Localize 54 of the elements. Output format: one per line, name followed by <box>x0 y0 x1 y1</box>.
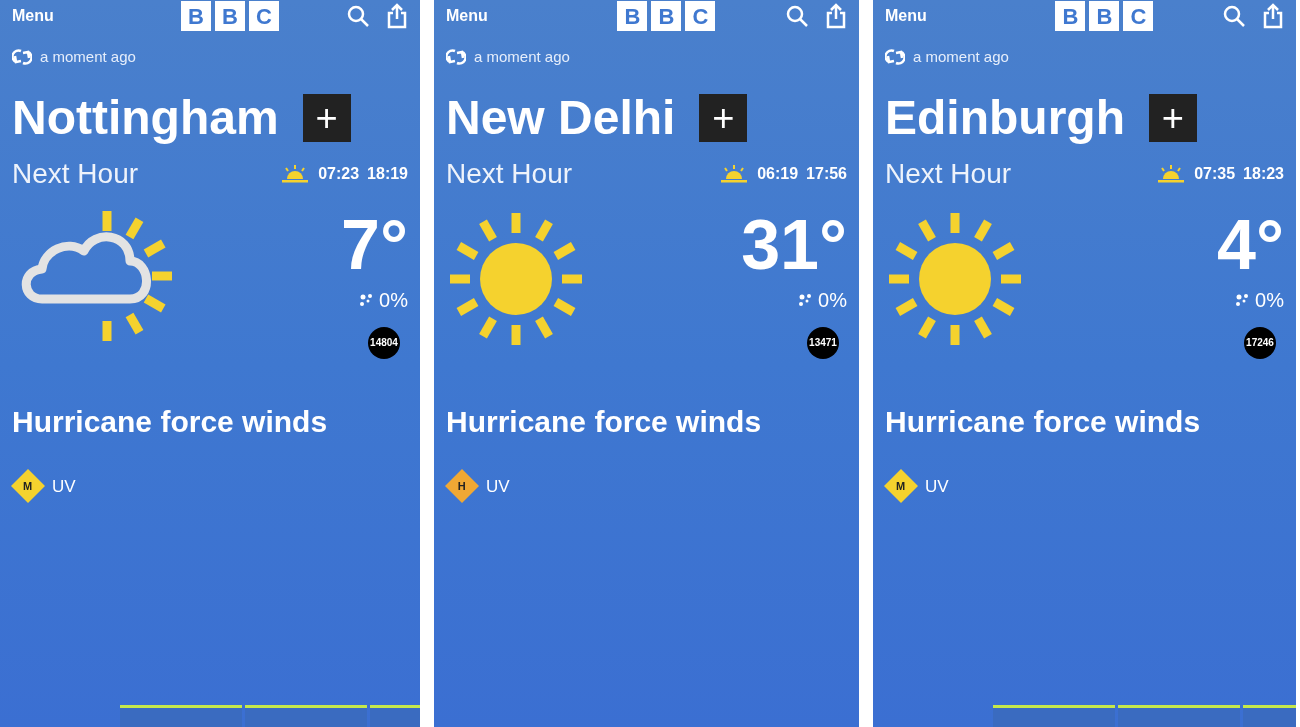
sunset-time: 18:19 <box>367 163 408 184</box>
bbc-logo[interactable]: B B C <box>1055 1 1154 31</box>
temperature: 4° <box>1217 208 1284 281</box>
refresh-icon[interactable] <box>446 48 466 67</box>
bbc-logo[interactable]: B B C <box>180 1 279 31</box>
updated-time: a moment ago <box>913 47 1009 67</box>
next-hour-label: Next Hour <box>885 156 1012 191</box>
next-hour-label: Next Hour <box>12 156 139 191</box>
bbc-logo[interactable]: B B C <box>617 1 716 31</box>
next-hour-label: Next Hour <box>446 156 573 191</box>
uv-badge: M <box>884 469 918 504</box>
search-icon[interactable] <box>1222 4 1246 28</box>
weather-headline: Hurricane force winds <box>11 403 329 440</box>
refresh-icon[interactable] <box>885 48 905 67</box>
weather-headline: Hurricane force winds <box>445 403 763 440</box>
city-name: Nottingham <box>12 89 279 146</box>
temperature: 31° <box>741 208 847 281</box>
search-icon[interactable] <box>785 4 809 28</box>
updated-time: a moment ago <box>40 47 136 67</box>
menu-link[interactable]: Menu <box>446 4 488 28</box>
rain-chance: 0% <box>1255 287 1284 313</box>
sunrise-icon <box>280 164 311 183</box>
sunrise-time: 07:23 <box>318 163 360 184</box>
add-location-button[interactable]: + <box>699 93 748 142</box>
uv-label: UV <box>52 475 76 498</box>
city-name: Edinburgh <box>885 89 1125 146</box>
add-location-button[interactable]: + <box>1148 93 1197 142</box>
sunset-time: 17:56 <box>806 163 847 184</box>
sunset-time: 18:23 <box>1243 163 1284 184</box>
city-name: New Delhi <box>446 89 676 146</box>
uv-label: UV <box>486 475 510 498</box>
uv-badge: H <box>445 469 479 504</box>
sunrise-time: 06:19 <box>757 163 799 184</box>
rain-chance: 0% <box>379 287 408 313</box>
sunrise-time: 07:35 <box>1194 163 1236 184</box>
sunrise-icon <box>1156 164 1187 183</box>
refresh-icon[interactable] <box>12 48 32 67</box>
uv-badge: M <box>11 469 45 504</box>
menu-link[interactable]: Menu <box>12 4 54 28</box>
search-icon[interactable] <box>346 4 370 28</box>
share-icon[interactable] <box>1262 3 1284 29</box>
menu-link[interactable]: Menu <box>885 4 927 28</box>
counter-badge: 17246 <box>1244 326 1276 359</box>
uv-label: UV <box>925 475 949 498</box>
updated-time: a moment ago <box>474 47 570 67</box>
rain-chance: 0% <box>818 287 847 313</box>
weather-headline: Hurricane force winds <box>884 403 1202 440</box>
share-icon[interactable] <box>825 3 847 29</box>
sunrise-icon <box>719 164 750 183</box>
add-location-button[interactable]: + <box>302 93 351 142</box>
counter-badge: 14804 <box>368 326 400 359</box>
counter-badge: 13471 <box>807 326 839 359</box>
temperature: 7° <box>341 208 408 281</box>
share-icon[interactable] <box>386 3 408 29</box>
